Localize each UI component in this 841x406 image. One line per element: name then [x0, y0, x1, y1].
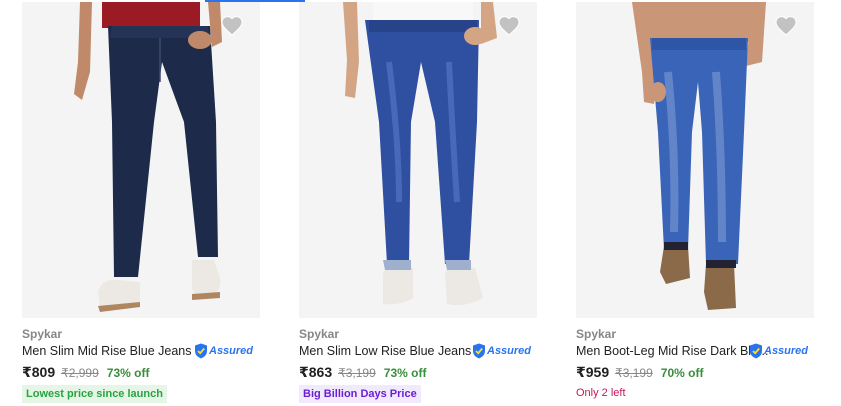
discount-percent: 73% off — [106, 366, 150, 380]
wishlist-button[interactable] — [220, 14, 244, 38]
wishlist-button[interactable] — [774, 14, 798, 38]
discount-percent: 73% off — [383, 366, 427, 380]
heart-icon — [498, 16, 520, 36]
discount-percent: 70% off — [660, 366, 704, 380]
original-price: ₹2,999 — [61, 366, 99, 380]
product-image[interactable] — [576, 2, 814, 318]
price-row: ₹809 ₹2,999 73% off — [22, 364, 149, 381]
selling-price: ₹863 — [299, 364, 333, 380]
product-image[interactable] — [299, 2, 537, 318]
stock-warning: Only 2 left — [576, 387, 626, 399]
jeans-photo-dark — [22, 2, 260, 318]
assured-label: Assured — [487, 345, 532, 357]
product-brand: Spykar — [576, 327, 617, 341]
price-tag-badge: Big Billion Days Price — [299, 385, 421, 403]
product-title[interactable]: Men Slim Low Rise Blue Jeans — [299, 344, 471, 358]
price-row: ₹863 ₹3,199 73% off — [299, 364, 426, 381]
jeans-photo-acid-wash — [576, 2, 814, 318]
product-grid: Spykar Men Slim Mid Rise Blue Jeans Assu… — [0, 0, 841, 406]
wishlist-button[interactable] — [497, 14, 521, 38]
product-card[interactable]: Spykar Men Boot-Leg Mid Rise Dark Blu...… — [566, 0, 828, 406]
original-price: ₹3,199 — [338, 366, 376, 380]
product-title[interactable]: Men Boot-Leg Mid Rise Dark Blu... — [576, 344, 768, 358]
selling-price: ₹809 — [22, 364, 56, 380]
product-brand: Spykar — [299, 327, 340, 341]
price-row: ₹959 ₹3,199 70% off — [576, 364, 703, 381]
assured-badge: Assured — [472, 343, 531, 359]
assured-shield-icon — [473, 343, 485, 359]
assured-badge: Assured — [194, 343, 253, 359]
original-price: ₹3,199 — [615, 366, 653, 380]
product-title[interactable]: Men Slim Mid Rise Blue Jeans — [22, 344, 192, 358]
selling-price: ₹959 — [576, 364, 610, 380]
assured-shield-icon — [195, 343, 207, 359]
product-card[interactable]: Spykar Men Slim Low Rise Blue Jeans Assu… — [289, 0, 551, 406]
product-card[interactable]: Spykar Men Slim Mid Rise Blue Jeans Assu… — [12, 0, 274, 406]
heart-icon — [775, 16, 797, 36]
assured-shield-icon — [750, 343, 762, 359]
assured-badge: Assured — [749, 343, 808, 359]
jeans-photo-blue — [299, 2, 537, 318]
product-brand: Spykar — [22, 327, 63, 341]
price-tag-badge: Lowest price since launch — [22, 385, 167, 403]
heart-icon — [221, 16, 243, 36]
product-image[interactable] — [22, 2, 260, 318]
assured-label: Assured — [209, 345, 254, 357]
assured-label: Assured — [764, 345, 809, 357]
